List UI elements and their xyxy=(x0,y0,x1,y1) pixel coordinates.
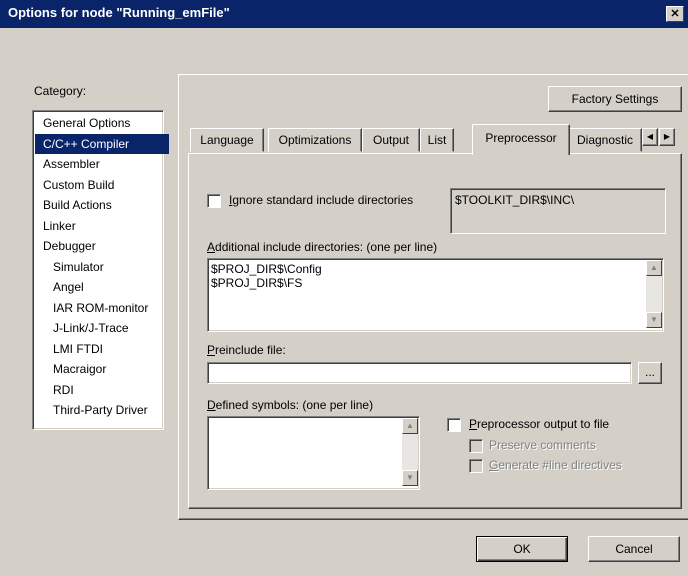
scroll-up-icon[interactable]: ▲ xyxy=(402,418,418,434)
additional-include-label: Additional include directories: (one per… xyxy=(207,240,438,254)
defined-symbols-label: Defined symbols: (one per line) xyxy=(207,398,374,412)
close-icon[interactable]: ✕ xyxy=(666,6,684,22)
category-item[interactable]: General Options xyxy=(35,113,130,133)
category-item[interactable]: Third-Party Driver xyxy=(35,400,148,420)
tab-scroll-left-icon[interactable]: ◀ xyxy=(642,128,658,146)
scroll-down-icon[interactable]: ▼ xyxy=(646,312,662,328)
category-item[interactable]: Assembler xyxy=(35,154,100,174)
category-item[interactable]: LMI FTDI xyxy=(35,339,103,359)
browse-preinclude-button[interactable]: ... xyxy=(638,362,662,384)
tab-scroll-right-icon[interactable]: ▶ xyxy=(659,128,675,146)
generate-line-checkbox[interactable] xyxy=(469,459,483,473)
pp-output-label: Preprocessor output to file xyxy=(469,417,610,431)
preinclude-input[interactable] xyxy=(207,362,632,384)
scroll-up-icon[interactable]: ▲ xyxy=(646,260,662,276)
category-item[interactable]: J-Link/J-Trace xyxy=(35,318,129,338)
scroll-down-icon[interactable]: ▼ xyxy=(402,470,418,486)
preserve-comments-checkbox[interactable] xyxy=(469,439,483,453)
additional-include-scrollbar[interactable]: ▲ ▼ xyxy=(646,260,662,328)
category-list[interactable]: General Options C/C++ Compiler Assembler Cu… xyxy=(32,110,169,430)
pp-output-checkbox[interactable] xyxy=(447,418,461,432)
ignore-std-include-label: Ignore standard include directories xyxy=(229,193,414,207)
cancel-button[interactable]: Cancel xyxy=(588,536,680,562)
tab-optimizations[interactable]: Optimizations xyxy=(268,128,362,152)
additional-include-textarea[interactable]: $PROJ_DIR$\Config $PROJ_DIR$\FS ▲ ▼ xyxy=(207,258,664,332)
include-dir-line: $PROJ_DIR$\FS xyxy=(211,276,303,290)
tab-list[interactable]: List xyxy=(420,128,454,152)
toolkit-dir-field: $TOOLKIT_DIR$\INC\ xyxy=(450,188,666,234)
category-item[interactable]: RDI xyxy=(35,380,74,400)
factory-settings-button[interactable]: Factory Settings xyxy=(548,86,682,112)
category-item[interactable]: Macraigor xyxy=(35,359,106,379)
defined-symbols-scrollbar[interactable]: ▲ ▼ xyxy=(402,418,418,486)
category-label: Category: xyxy=(34,84,87,98)
tab-preprocessor[interactable]: Preprocessor xyxy=(472,124,570,155)
category-item[interactable]: C/C++ Compiler xyxy=(35,133,169,154)
title-bar: Options for node "Running_emFile" ✕ xyxy=(0,0,688,28)
ok-button[interactable]: OK xyxy=(476,536,568,562)
category-item[interactable]: Simulator xyxy=(35,257,104,277)
category-item[interactable]: Build Actions xyxy=(35,195,112,215)
category-item[interactable]: Debugger xyxy=(35,236,96,256)
preinclude-label: Preinclude file: xyxy=(207,343,286,357)
tab-output[interactable]: Output xyxy=(362,128,420,152)
ignore-std-include-checkbox[interactable] xyxy=(207,194,221,208)
window-title: Options for node "Running_emFile" xyxy=(8,5,230,20)
category-item[interactable]: Angel xyxy=(35,277,84,297)
toolkit-dir-value: $TOOLKIT_DIR$\INC\ xyxy=(455,193,575,207)
tab-diagnostic[interactable]: Diagnostic xyxy=(568,128,642,152)
category-item[interactable]: Custom Build xyxy=(35,175,114,195)
category-item[interactable]: Linker xyxy=(35,216,76,236)
defined-symbols-textarea[interactable]: ▲ ▼ xyxy=(207,416,420,490)
generate-line-label: Generate #line directives xyxy=(489,458,622,472)
include-dir-line: $PROJ_DIR$\Config xyxy=(211,262,322,276)
tab-language[interactable]: Language xyxy=(190,128,264,152)
preserve-comments-label: Preserve comments xyxy=(489,438,596,452)
category-item[interactable]: IAR ROM-monitor xyxy=(35,298,148,318)
